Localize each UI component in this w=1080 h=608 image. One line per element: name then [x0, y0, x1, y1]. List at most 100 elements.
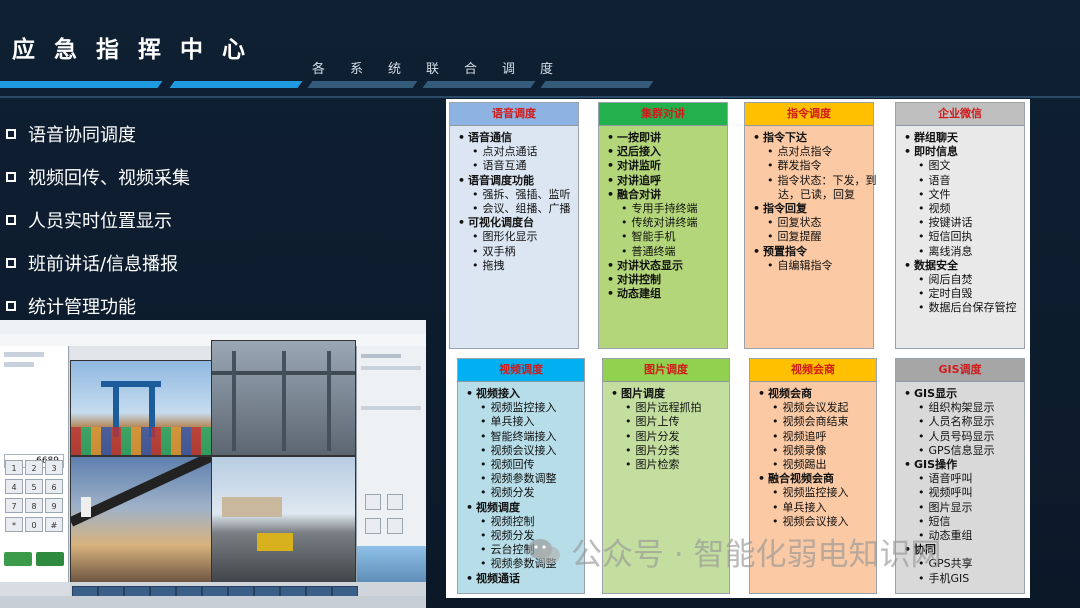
feature-item: 迟后接入 — [607, 145, 723, 159]
feature-item: 图片调度 — [611, 387, 725, 401]
feature-item: 普通终端 — [607, 245, 723, 259]
dial-key[interactable]: 8 — [25, 498, 43, 513]
square-bullet-icon — [6, 171, 16, 182]
feature-item: 融合对讲 — [607, 188, 723, 202]
dial-key[interactable]: 9 — [45, 498, 63, 513]
feature-item: 双手柄 — [458, 245, 574, 259]
feature-card-list: 语音通信点对点通话语音互通语音调度功能强拆、强插、监听会议、组播、广播可视化调度… — [458, 131, 574, 273]
feature-item: 视频回传 — [466, 458, 580, 472]
dial-key[interactable]: 4 — [5, 479, 23, 494]
dial-key[interactable]: 2 — [25, 460, 43, 475]
feature-item: 视频追呼 — [758, 430, 872, 444]
feature-item: 语音 — [904, 174, 1020, 188]
feature-card-list: 指令下达点对点指令群发指令指令状态：下发，到达，已读，回复指令回复回复状态回复提… — [753, 131, 876, 273]
feature-item: 指令下达 — [753, 131, 869, 145]
page-title: 应急指挥中心 — [12, 37, 264, 63]
feature-item: 视频参数调整 — [466, 472, 580, 486]
feature-item: 视频监控接入 — [758, 486, 872, 500]
feature-item: 视频会议发起 — [758, 401, 872, 415]
bullet-text: 统计管理功能 — [28, 296, 136, 318]
call-button[interactable] — [4, 552, 32, 566]
feature-item: 传统对讲终端 — [607, 216, 723, 230]
feature-item: 对讲监听 — [607, 159, 723, 173]
feature-item: 智能终端接入 — [466, 430, 580, 444]
feature-item: 离线消息 — [904, 245, 1020, 259]
bullet-list: 语音协同调度 视频回传、视频采集 人员实时位置显示 班前讲话/信息播报 统计管理… — [6, 112, 190, 327]
dial-key[interactable]: 3 — [45, 460, 63, 475]
dial-key[interactable]: # — [45, 517, 63, 532]
feature-card-title: 企业微信 — [896, 103, 1024, 126]
feature-item: 可视化调度台 — [458, 216, 574, 230]
feature-card-title: 集群对讲 — [599, 103, 727, 126]
feature-item: 一按即讲 — [607, 131, 723, 145]
header-decoration — [422, 81, 536, 88]
feature-item: 短信 — [904, 515, 1020, 529]
feature-card-list: 图片调度图片远程抓拍图片上传图片分发图片分类图片检索 — [611, 387, 725, 472]
feature-item: 拖拽 — [458, 259, 574, 273]
feature-item: 图片远程抓拍 — [611, 401, 725, 415]
feature-item: 视频会商结束 — [758, 415, 872, 429]
dial-key[interactable]: 7 — [5, 498, 23, 513]
feature-item: 强拆、强插、监听 — [458, 188, 574, 202]
video-tile-road[interactable] — [211, 456, 356, 584]
feature-card: 语音调度语音通信点对点通话语音互通语音调度功能强拆、强插、监听会议、组播、广播可… — [449, 102, 579, 349]
feature-item: 单兵接入 — [758, 501, 872, 515]
feature-item: 专用手持终端 — [607, 202, 723, 216]
feature-item: GPS信息显示 — [904, 444, 1020, 458]
feature-item: GIS操作 — [904, 458, 1020, 472]
feature-panel: 语音调度语音通信点对点通话语音互通语音调度功能强拆、强插、监听会议、组播、广播可… — [446, 99, 1030, 598]
feature-item: 语音通信 — [458, 131, 574, 145]
feature-item: 点对点通话 — [458, 145, 574, 159]
feature-card-title: GIS调度 — [896, 359, 1024, 382]
feature-item: 融合视频会商 — [758, 472, 872, 486]
screenshot-right-panel — [356, 346, 426, 582]
feature-item: 阅后自焚 — [904, 273, 1020, 287]
feature-item: 视频会议接入 — [758, 515, 872, 529]
slide: 应急指挥中心 各系统联合调度 语音协同调度 视频回传、视频采集 人员实时位置显示… — [0, 0, 1080, 608]
dial-key[interactable]: * — [5, 517, 23, 532]
feature-item: 图文 — [904, 159, 1020, 173]
square-bullet-icon — [6, 300, 16, 311]
bullet-item: 班前讲话/信息播报 — [6, 241, 190, 284]
feature-item: 图片检索 — [611, 458, 725, 472]
feature-item: 视频呼叫 — [904, 486, 1020, 500]
video-tile-port[interactable] — [70, 360, 212, 456]
feature-card-title: 视频会商 — [750, 359, 876, 382]
header-decoration — [169, 81, 303, 88]
dial-key[interactable]: 0 — [25, 517, 43, 532]
feature-item: 会议、组播、广播 — [458, 202, 574, 216]
bullet-text: 视频回传、视频采集 — [28, 167, 190, 189]
dial-key[interactable]: 5 — [25, 479, 43, 494]
feature-item: 图片分类 — [611, 444, 725, 458]
video-tile-construction[interactable] — [70, 456, 212, 584]
feature-item: 自编辑指令 — [753, 259, 869, 273]
feature-item: 对讲控制 — [607, 273, 723, 287]
feature-item: 视频会商 — [758, 387, 872, 401]
wechat-icon — [528, 538, 560, 564]
feature-item: 数据后台保存管控 — [904, 301, 1020, 315]
feature-item: 视频 — [904, 202, 1020, 216]
bullet-text: 班前讲话/信息播报 — [28, 253, 179, 275]
feature-item: 即时信息 — [904, 145, 1020, 159]
feature-item: 文件 — [904, 188, 1020, 202]
feature-card: 集群对讲一按即讲迟后接入对讲监听对讲追呼融合对讲专用手持终端传统对讲终端智能手机… — [598, 102, 728, 349]
feature-item: 短信回执 — [904, 230, 1020, 244]
feature-item: 数据安全 — [904, 259, 1020, 273]
feature-item: 图片分发 — [611, 430, 725, 444]
video-tile-factory[interactable] — [211, 340, 356, 456]
feature-item: 回复提醒 — [753, 230, 869, 244]
header-decoration — [307, 81, 418, 88]
feature-item: 指令回复 — [753, 202, 869, 216]
feature-card-title: 图片调度 — [603, 359, 729, 382]
dial-key[interactable]: 1 — [5, 460, 23, 475]
feature-item: GIS显示 — [904, 387, 1020, 401]
video-call-button[interactable] — [36, 552, 64, 566]
feature-item: 语音互通 — [458, 159, 574, 173]
feature-item: 图片显示 — [904, 501, 1020, 515]
feature-item: 群发指令 — [753, 159, 869, 173]
feature-card: 企业微信群组聊天即时信息图文语音文件视频按键讲话短信回执离线消息数据安全阅后自焚… — [895, 102, 1025, 349]
screenshot-statusbar — [0, 596, 426, 608]
feature-item: 视频分发 — [466, 486, 580, 500]
feature-item: 预置指令 — [753, 245, 869, 259]
dial-key[interactable]: 6 — [45, 479, 63, 494]
